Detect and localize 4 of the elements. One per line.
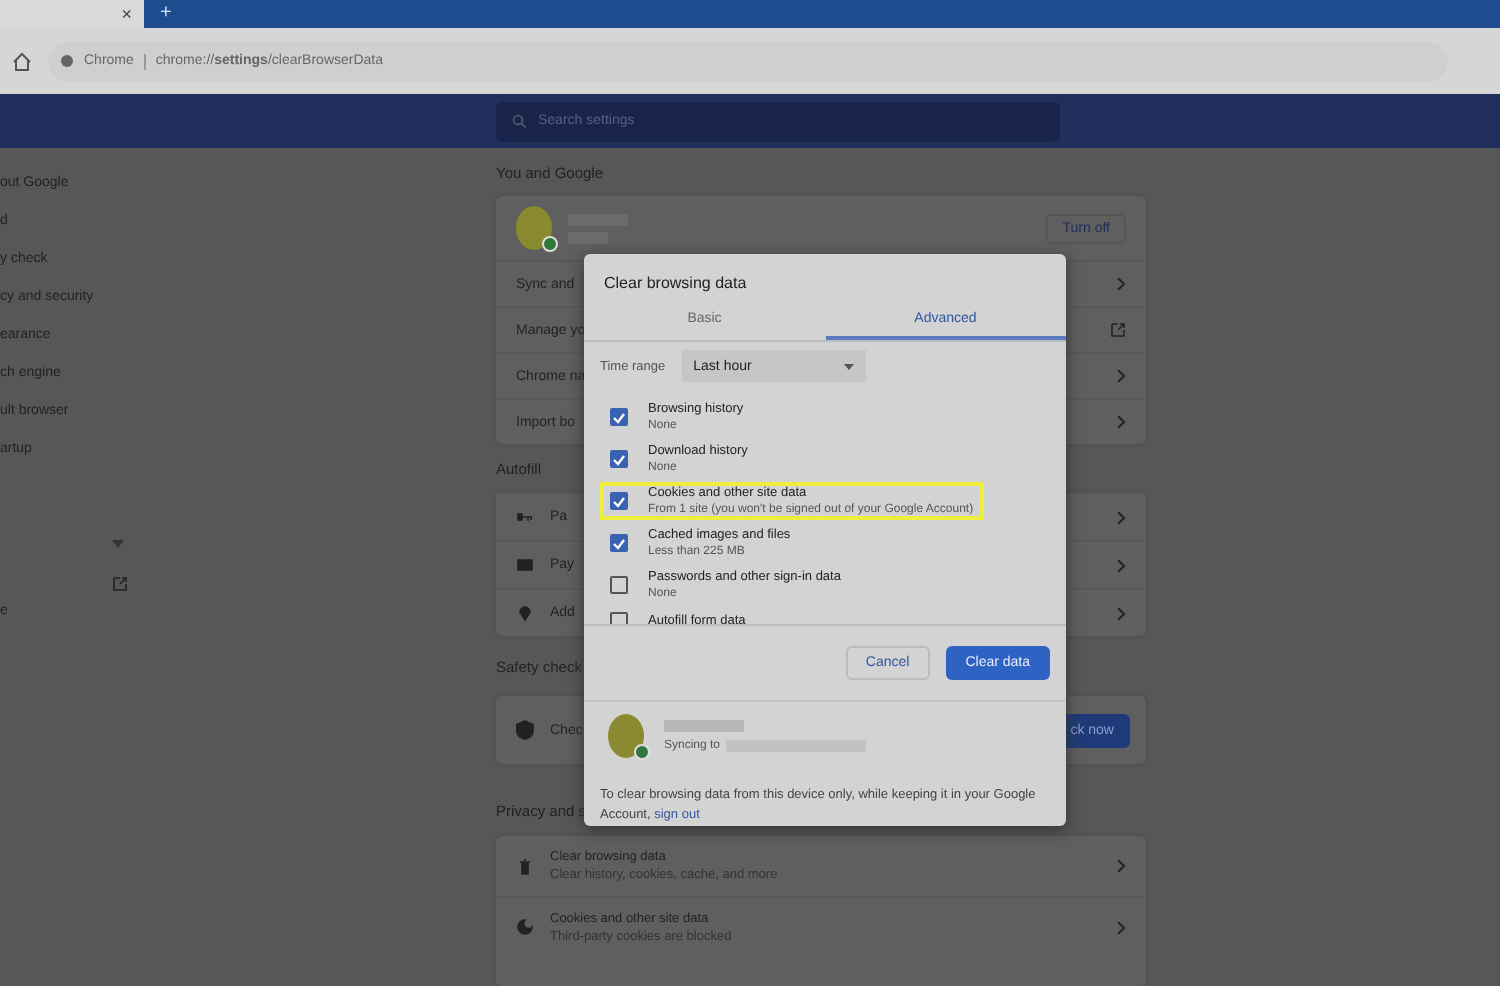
tab-close-button[interactable]: ×	[121, 4, 132, 24]
new-tab-button[interactable]: +	[144, 0, 188, 28]
dialog-title: Clear browsing data	[602, 272, 749, 296]
browser-tab[interactable]: ×	[0, 0, 144, 28]
